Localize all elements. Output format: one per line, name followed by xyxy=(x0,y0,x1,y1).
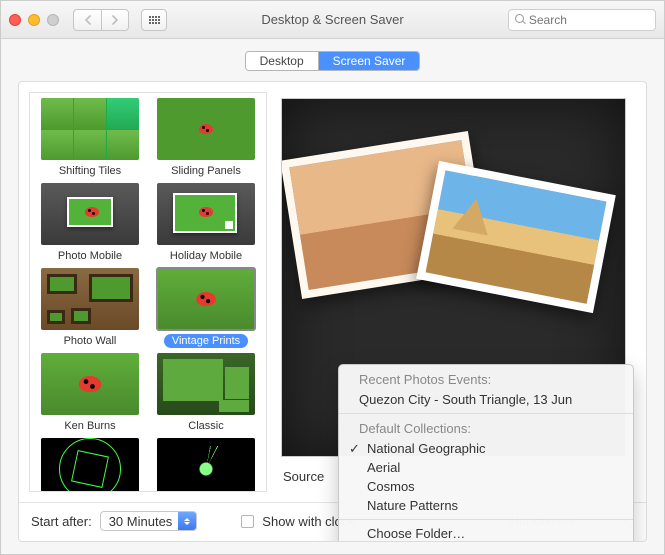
menu-item-national-geographic[interactable]: National Geographic xyxy=(339,439,633,458)
thumb-image xyxy=(157,268,255,330)
saver-sliding-panels[interactable]: Sliding Panels xyxy=(148,95,264,180)
menu-header-default: Default Collections: xyxy=(339,418,633,439)
source-dropdown-menu: Recent Photos Events: Quezon City - Sout… xyxy=(338,364,634,542)
stepper-icon xyxy=(178,512,196,530)
menu-item-recent-event[interactable]: Quezon City - South Triangle, 13 Jun xyxy=(339,390,633,409)
screensaver-list[interactable]: Shifting Tiles Sliding Panels Photo Mobi… xyxy=(29,92,267,492)
show-with-clock-checkbox[interactable] xyxy=(241,515,254,528)
saver-classic[interactable]: Classic xyxy=(148,350,264,435)
menu-item-nature-patterns[interactable]: Nature Patterns xyxy=(339,496,633,515)
saver-shifting-tiles[interactable]: Shifting Tiles xyxy=(32,95,148,180)
thumb-image xyxy=(41,183,139,245)
thumb-image xyxy=(157,183,255,245)
thumb-image xyxy=(157,98,255,160)
menu-header-recent: Recent Photos Events: xyxy=(339,369,633,390)
preview-photo xyxy=(416,161,616,313)
menu-separator xyxy=(339,413,633,414)
saver-ken-burns[interactable]: Ken Burns xyxy=(32,350,148,435)
tab-screen-saver[interactable]: Screen Saver xyxy=(319,52,420,70)
start-after-select[interactable]: 30 Minutes xyxy=(100,511,198,531)
start-after-value: 30 Minutes xyxy=(109,514,173,529)
prefpane-window: Desktop & Screen Saver Desktop Screen Sa… xyxy=(0,0,665,555)
search-icon xyxy=(515,14,525,25)
nav-buttons xyxy=(73,9,129,31)
close-window-button[interactable] xyxy=(9,14,21,26)
main-panel: Shifting Tiles Sliding Panels Photo Mobi… xyxy=(18,81,647,542)
thumb-image xyxy=(41,268,139,330)
menu-separator xyxy=(339,519,633,520)
saver-holiday-mobile[interactable]: Holiday Mobile xyxy=(148,180,264,265)
saver-photo-wall[interactable]: Photo Wall xyxy=(32,265,148,350)
show-all-button[interactable] xyxy=(141,9,167,31)
thumb-label: Classic xyxy=(180,419,231,433)
thumb-image xyxy=(41,98,139,160)
menu-item-choose-folder[interactable]: Choose Folder… xyxy=(339,524,633,542)
thumb-label: Photo Wall xyxy=(56,334,125,348)
thumb-label: Sliding Panels xyxy=(163,164,249,178)
tab-row: Desktop Screen Saver xyxy=(1,39,664,81)
thumb-image xyxy=(157,353,255,415)
search-input[interactable] xyxy=(529,13,649,27)
thumb-image xyxy=(41,353,139,415)
traffic-lights xyxy=(9,14,59,26)
search-field[interactable] xyxy=(508,9,656,31)
source-label: Source xyxy=(283,469,324,484)
saver-extra-1[interactable] xyxy=(32,435,148,492)
start-after-label: Start after: xyxy=(31,514,92,529)
back-button[interactable] xyxy=(73,9,101,31)
thumb-label: Photo Mobile xyxy=(50,249,130,263)
thumb-image xyxy=(157,438,255,492)
menu-item-cosmos[interactable]: Cosmos xyxy=(339,477,633,496)
forward-button[interactable] xyxy=(101,9,129,31)
saver-extra-2[interactable] xyxy=(148,435,264,492)
thumb-label: Vintage Prints xyxy=(164,334,248,348)
minimize-window-button[interactable] xyxy=(28,14,40,26)
saver-photo-mobile[interactable]: Photo Mobile xyxy=(32,180,148,265)
saver-vintage-prints[interactable]: Vintage Prints xyxy=(148,265,264,350)
thumb-image xyxy=(41,438,139,492)
grid-icon xyxy=(149,16,160,24)
thumb-label: Ken Burns xyxy=(56,419,123,433)
menu-item-aerial[interactable]: Aerial xyxy=(339,458,633,477)
thumb-label: Holiday Mobile xyxy=(162,249,250,263)
tab-segmented-control: Desktop Screen Saver xyxy=(245,51,421,71)
tab-desktop[interactable]: Desktop xyxy=(246,52,319,70)
thumb-label: Shifting Tiles xyxy=(51,164,129,178)
zoom-window-button[interactable] xyxy=(47,14,59,26)
titlebar: Desktop & Screen Saver xyxy=(1,1,664,39)
